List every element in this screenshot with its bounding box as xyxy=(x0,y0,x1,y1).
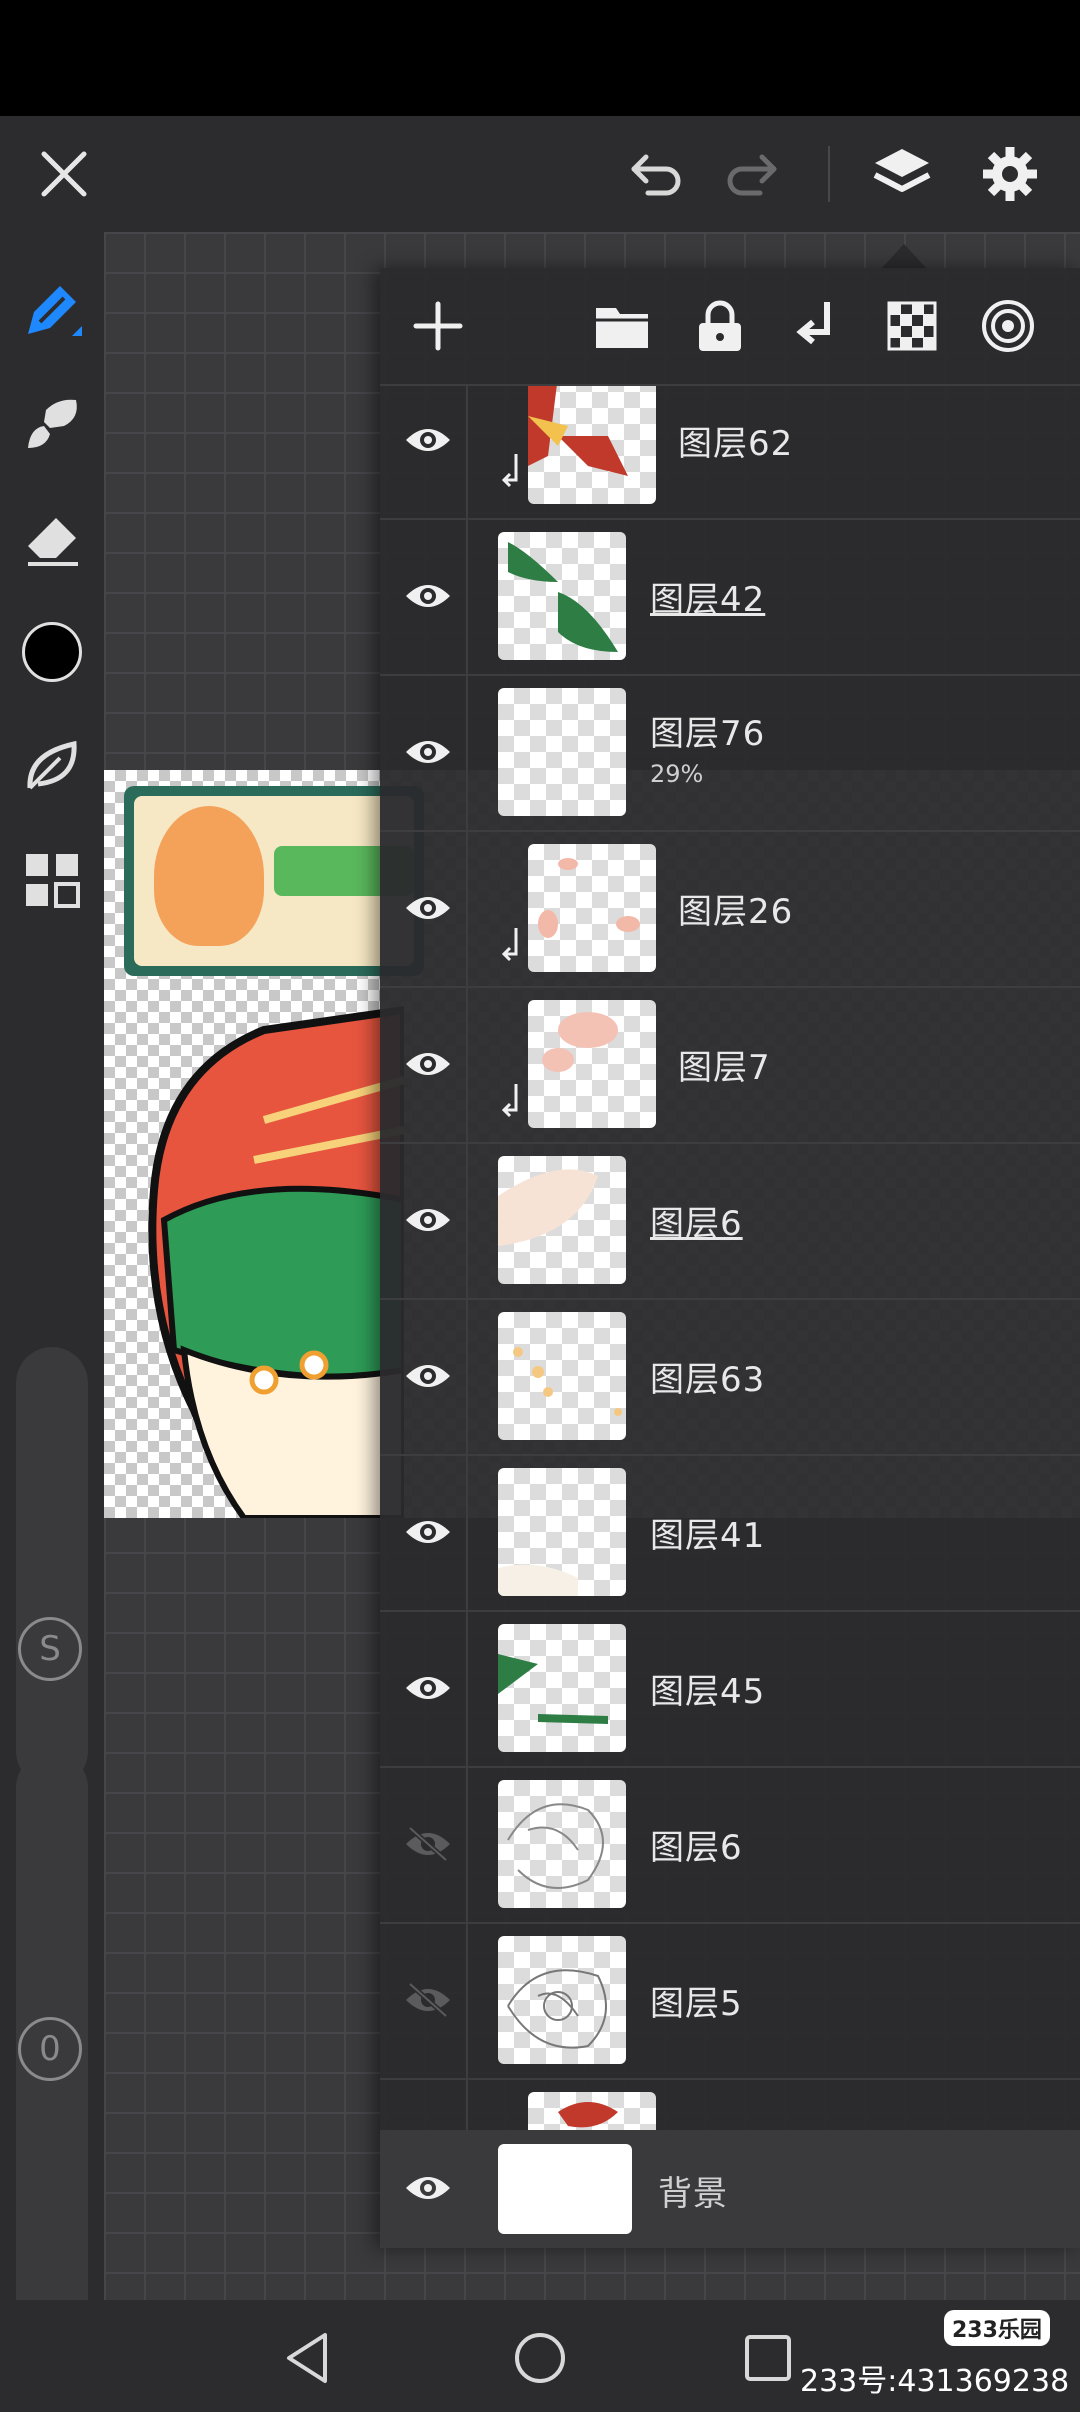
opacity-label: 0 xyxy=(39,2029,61,2069)
eye-icon[interactable] xyxy=(398,878,458,938)
layer-name: 图层42 xyxy=(650,580,766,620)
add-icon[interactable] xyxy=(402,290,474,362)
lock-icon[interactable] xyxy=(684,290,756,362)
eye-icon[interactable] xyxy=(398,722,458,782)
layer-thumbnail xyxy=(498,1936,626,2064)
layer-thumbnail xyxy=(498,1156,626,1284)
eye-hidden-icon[interactable] xyxy=(398,1970,458,2030)
layer-toolbar xyxy=(380,268,1080,386)
layer-name: 图层26 xyxy=(678,892,794,932)
layer-thumbnail xyxy=(498,1312,626,1440)
layer-row[interactable]: 图层76 29% xyxy=(380,674,1080,832)
eye-icon[interactable] xyxy=(398,1502,458,1562)
clip-arrow-icon xyxy=(501,454,518,488)
eye-icon[interactable] xyxy=(398,1034,458,1094)
layer-name: 图层62 xyxy=(678,424,794,464)
eye-hidden-icon[interactable] xyxy=(398,1814,458,1874)
gear-icon[interactable] xyxy=(970,134,1050,214)
layer-row[interactable]: 图层63 xyxy=(380,1298,1080,1456)
opacity-slider[interactable]: 0 xyxy=(16,1752,88,2392)
layer-row[interactable]: 图层6 xyxy=(380,1766,1080,1924)
size-slider[interactable]: S xyxy=(16,1347,88,1787)
layer-thumbnail xyxy=(498,1780,626,1908)
eraser-icon[interactable] xyxy=(12,498,92,578)
eye-icon[interactable] xyxy=(398,410,458,470)
layer-name: 图层5 xyxy=(650,1984,743,2024)
layer-row[interactable]: 图层7 xyxy=(380,986,1080,1144)
back-icon[interactable] xyxy=(276,2326,340,2390)
layer-name: 图层7 xyxy=(678,1048,771,1088)
layer-opacity: 29% xyxy=(650,760,704,788)
layer-row[interactable]: 图层41 xyxy=(380,1454,1080,1612)
watermark-text: 233号:431369238 xyxy=(800,2364,1070,2399)
opacity-slider-handle[interactable]: 0 xyxy=(18,2017,82,2081)
eye-icon[interactable] xyxy=(398,566,458,626)
layer-name: 背景 xyxy=(658,2174,728,2214)
clip-arrow-icon xyxy=(501,1084,518,1118)
target-icon[interactable] xyxy=(972,290,1044,362)
divider xyxy=(828,146,830,202)
layer-row[interactable]: 图层5 xyxy=(380,1922,1080,2080)
layer-row[interactable]: 图层42 xyxy=(380,518,1080,676)
layers-icon[interactable] xyxy=(862,134,942,214)
size-label: S xyxy=(39,1629,61,1669)
layer-row[interactable]: 图层62 xyxy=(380,386,1080,520)
layer-thumbnail xyxy=(528,386,656,504)
brush-icon[interactable] xyxy=(12,384,92,464)
eye-icon[interactable] xyxy=(398,1346,458,1406)
layer-name: 图层63 xyxy=(650,1360,766,1400)
size-slider-handle[interactable]: S xyxy=(18,1617,82,1681)
layer-name: 图层41 xyxy=(650,1516,766,1556)
color-swatch[interactable] xyxy=(12,612,92,692)
panel-pointer xyxy=(880,244,928,270)
merge-down-icon[interactable] xyxy=(780,290,852,362)
eye-icon[interactable] xyxy=(398,1658,458,1718)
home-icon[interactable] xyxy=(508,2326,572,2390)
grid-icon[interactable] xyxy=(12,840,92,920)
pen-icon[interactable] xyxy=(12,270,92,350)
status-bar xyxy=(0,0,1080,116)
checker-icon[interactable] xyxy=(876,290,948,362)
top-toolbar xyxy=(0,116,1080,232)
close-icon[interactable] xyxy=(24,134,104,214)
layer-name: 图层45 xyxy=(650,1672,766,1712)
layer-list[interactable]: 图层62 图层42 图层76 29% 图层26 图层7 图层6 图层63 图层4… xyxy=(380,386,1080,2130)
leaf-icon[interactable] xyxy=(12,726,92,806)
layer-panel: 图层62 图层42 图层76 29% 图层26 图层7 图层6 图层63 图层4… xyxy=(380,268,1080,2248)
layer-thumbnail xyxy=(498,688,626,816)
recents-icon[interactable] xyxy=(736,2326,800,2390)
undo-icon[interactable] xyxy=(616,134,696,214)
clip-arrow-icon xyxy=(501,928,518,962)
layer-thumbnail xyxy=(498,1468,626,1596)
background-layer-row[interactable]: 背景 xyxy=(380,2130,1080,2248)
layer-row[interactable]: 图层6 xyxy=(380,1142,1080,1300)
layer-thumbnail xyxy=(528,1000,656,1128)
layer-name: 图层76 xyxy=(650,714,766,754)
folder-icon[interactable] xyxy=(586,290,658,362)
background-thumbnail xyxy=(498,2144,632,2234)
layer-thumbnail xyxy=(498,1624,626,1752)
layer-thumbnail xyxy=(528,2092,656,2130)
layer-row[interactable]: 图层26 xyxy=(380,830,1080,988)
eye-icon[interactable] xyxy=(398,2158,458,2218)
left-toolbar: S 0 xyxy=(0,232,104,2392)
watermark-badge: 233乐园 xyxy=(944,2310,1050,2346)
layer-name: 图层6 xyxy=(650,1828,743,1868)
layer-row[interactable] xyxy=(380,2078,1080,2130)
layer-name: 图层6 xyxy=(650,1204,743,1244)
redo-icon[interactable] xyxy=(712,134,792,214)
layer-thumbnail xyxy=(528,844,656,972)
eye-icon[interactable] xyxy=(398,1190,458,1250)
reference-banner xyxy=(124,786,424,976)
layer-row[interactable]: 图层45 xyxy=(380,1610,1080,1768)
layer-thumbnail xyxy=(498,532,626,660)
